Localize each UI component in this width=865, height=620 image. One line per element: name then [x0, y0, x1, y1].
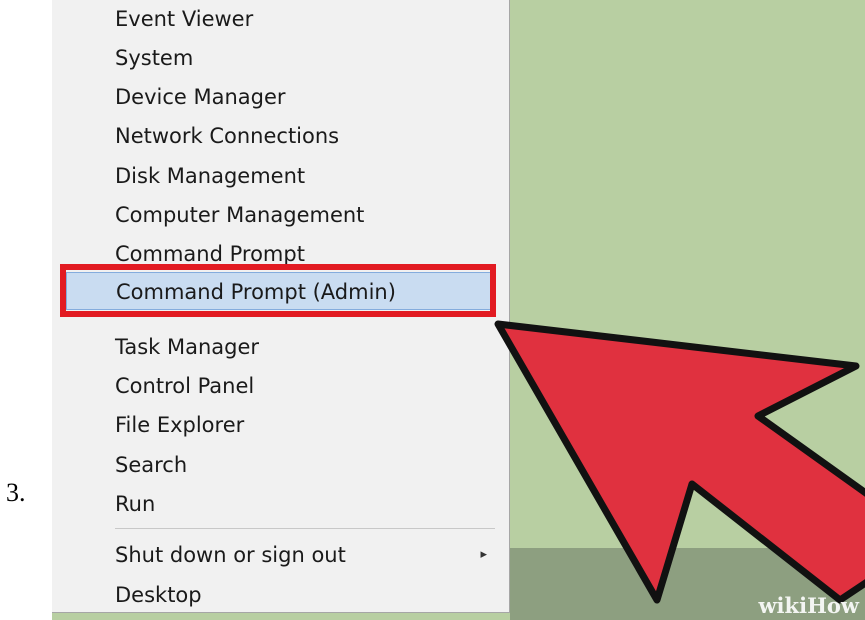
- screenshot: Event Viewer System Device Manager Netwo…: [52, 0, 865, 620]
- wikihow-watermark: wikiHow: [758, 593, 859, 618]
- step-number: 3.: [6, 478, 26, 507]
- pointer-arrow-icon: [494, 320, 865, 604]
